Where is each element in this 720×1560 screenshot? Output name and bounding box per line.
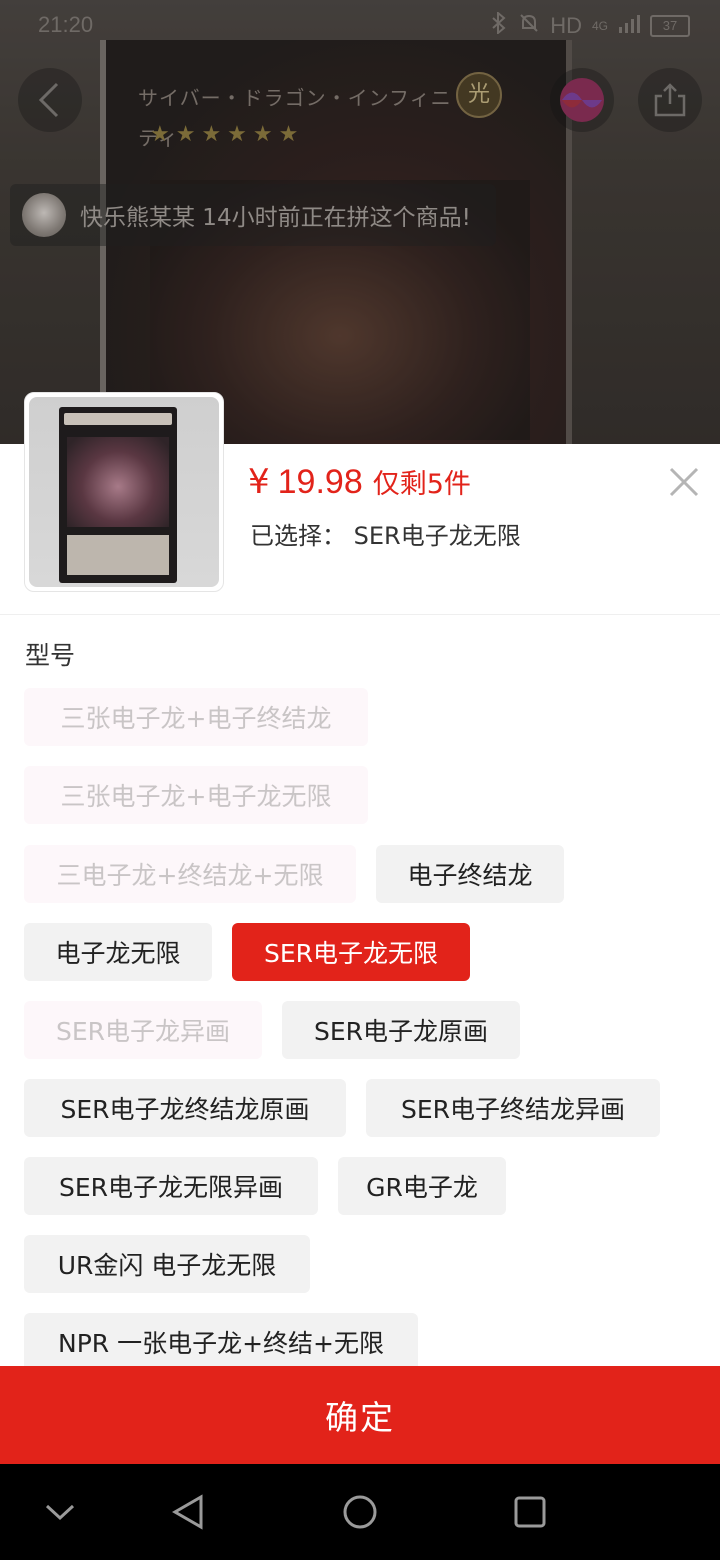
option-chip[interactable]: 三电子龙+终结龙+无限 [24, 845, 356, 903]
option-chip[interactable]: SER电子龙原画 [282, 1001, 520, 1059]
option-chip[interactable]: NPR 一张电子龙+终结+无限 [24, 1313, 418, 1371]
share-icon [654, 83, 686, 117]
confirm-button[interactable]: 确定 [0, 1366, 720, 1464]
status-icons: HD 4G 37 [490, 10, 690, 40]
network-type: HD [550, 13, 582, 38]
share-button[interactable] [638, 68, 702, 132]
section-label-model: 型号 [25, 641, 76, 670]
chevron-left-icon [38, 82, 59, 118]
mute-bell-icon [518, 12, 540, 40]
circle-home-icon [343, 1495, 377, 1529]
option-chip[interactable]: 电子终结龙 [376, 845, 564, 903]
triangle-back-icon [171, 1494, 203, 1530]
group-buy-ticker: 快乐熊某某 14小时前正在拼这个商品! [10, 184, 496, 246]
thumbnail-card-name-bar [64, 413, 172, 425]
bluetooth-icon [490, 10, 508, 40]
option-chip[interactable]: SER电子龙终结龙原画 [24, 1079, 346, 1137]
price-line: ¥ 19.98 仅剩5件 [248, 462, 471, 502]
option-chip[interactable]: GR电子龙 [338, 1157, 506, 1215]
option-chip[interactable]: SER电子终结龙异画 [366, 1079, 660, 1137]
avatar [22, 193, 66, 237]
option-chip[interactable]: 电子龙无限 [24, 923, 212, 981]
product-thumbnail[interactable] [24, 392, 224, 592]
thumbnail-card-text-box [67, 535, 169, 575]
square-recents-icon [514, 1496, 546, 1528]
back-button[interactable] [18, 68, 82, 132]
option-chip[interactable]: 三张电子龙+电子终结龙 [24, 688, 368, 746]
shop-logo-icon [560, 78, 604, 122]
stock-remaining: 仅剩5件 [372, 469, 471, 500]
battery-icon: 37 [650, 15, 690, 37]
signal-type: 4G [591, 19, 608, 33]
nav-home-button[interactable] [336, 1488, 384, 1536]
shop-avatar-button[interactable] [550, 68, 614, 132]
nav-collapse-button[interactable] [36, 1488, 84, 1536]
divider [0, 614, 720, 615]
option-chip[interactable]: SER电子龙无限 [232, 923, 470, 981]
option-chip[interactable]: SER电子龙异画 [24, 1001, 262, 1059]
nav-recents-button[interactable] [506, 1488, 554, 1536]
close-icon [669, 467, 699, 497]
status-time: 21:20 [38, 12, 94, 37]
thumbnail-backdrop [29, 397, 219, 587]
selected-variant-text: 已选择： SER电子龙无限 [250, 522, 521, 550]
nav-back-button[interactable] [164, 1488, 212, 1536]
ticker-text: 快乐熊某某 14小时前正在拼这个商品! [80, 205, 471, 231]
price-value: 19.98 [277, 463, 363, 501]
chevron-down-icon [45, 1504, 75, 1521]
signal-icon [618, 13, 640, 39]
option-chip[interactable]: UR金闪 电子龙无限 [24, 1235, 310, 1293]
price-currency: ¥ [248, 462, 270, 502]
thumbnail-card-picture [59, 407, 177, 583]
system-nav-bar [0, 1464, 720, 1560]
status-bar: 21:20 HD 4G 37 [0, 0, 720, 52]
option-chip[interactable]: 三张电子龙+电子龙无限 [24, 766, 368, 824]
thumbnail-card-art [67, 437, 169, 527]
close-button[interactable] [664, 462, 704, 502]
option-chip[interactable]: SER电子龙无限异画 [24, 1157, 318, 1215]
